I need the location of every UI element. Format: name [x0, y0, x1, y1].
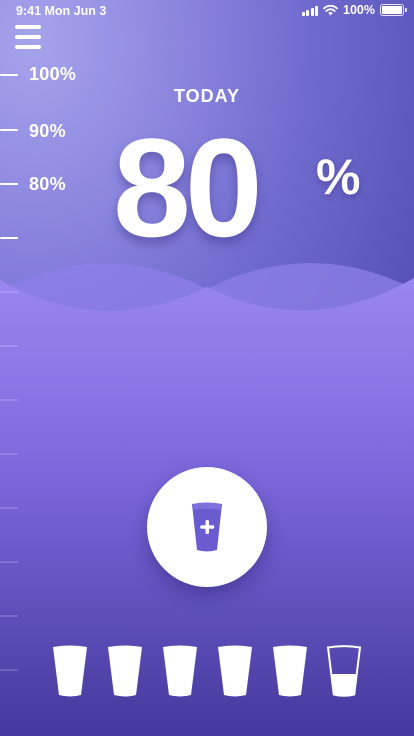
- menu-button[interactable]: [15, 25, 41, 51]
- status-time: 9:41 Mon Jun 3: [16, 4, 107, 18]
- cup-6-partial: [326, 645, 362, 697]
- cup-1-full: [53, 645, 87, 697]
- cup-3-full: [163, 645, 197, 697]
- scale-tick-100: [0, 74, 18, 76]
- cup-2-full: [108, 645, 142, 697]
- scale-label-90: 90%: [29, 121, 66, 141]
- scale-tick-70: [0, 237, 18, 239]
- add-water-button[interactable]: [147, 467, 267, 587]
- status-indicators: 100%: [301, 3, 407, 17]
- signal-icon: [301, 5, 319, 16]
- status-bar: 9:41 Mon Jun 3 100%: [0, 0, 414, 22]
- wifi-icon: [323, 4, 338, 15]
- progress-value: 80: [113, 109, 263, 266]
- cup-5-full: [273, 645, 307, 697]
- progress-unit: %: [316, 149, 361, 205]
- scale-tick-80: [0, 183, 18, 185]
- battery-icon: [380, 4, 407, 16]
- scale-label-100: 100%: [29, 64, 77, 84]
- add-water-glass-icon: [192, 502, 222, 552]
- today-title: TODAY: [173, 86, 241, 106]
- scale-label-80: 80%: [29, 174, 66, 194]
- water-tracker-screen: 9:41 Mon Jun 3 100% 100% 90% 80% TODAY 8…: [0, 0, 414, 736]
- battery-percent: 100%: [343, 3, 375, 17]
- cup-4-full: [218, 645, 252, 697]
- scale-tick-90: [0, 129, 18, 131]
